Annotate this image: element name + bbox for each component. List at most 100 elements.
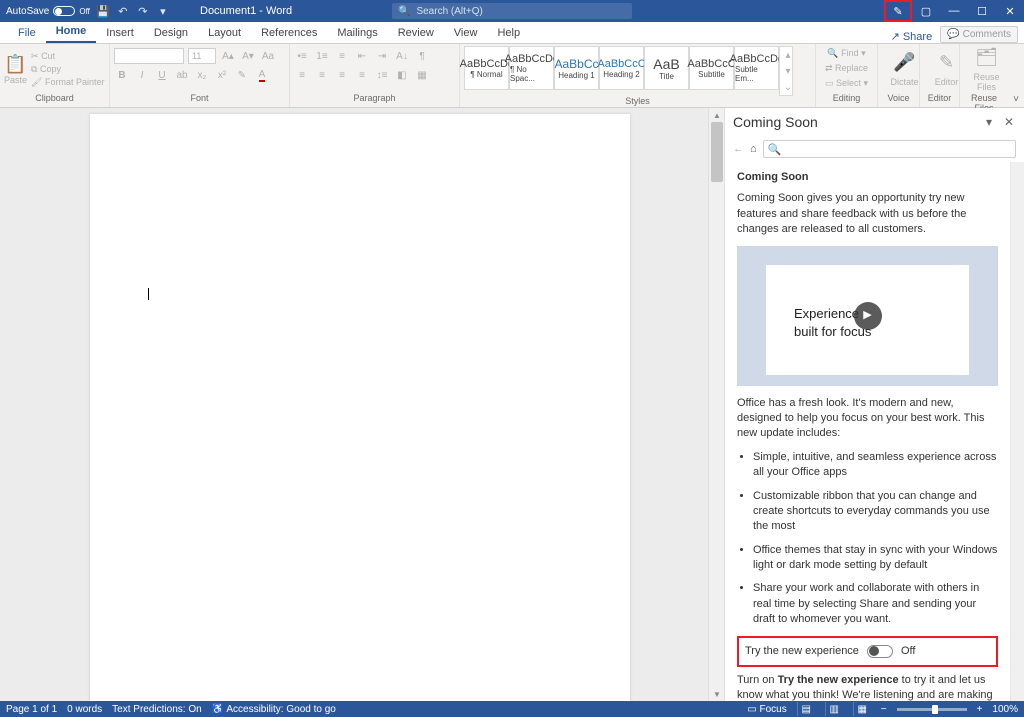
play-icon[interactable]: ▶ — [854, 302, 882, 330]
ribbon-display-icon[interactable]: ▢ — [912, 0, 940, 22]
save-icon[interactable]: 💾 — [96, 4, 110, 18]
underline-icon[interactable]: U — [154, 67, 170, 83]
document-area[interactable] — [0, 108, 708, 701]
styles-down-icon[interactable]: ▾ — [780, 63, 796, 79]
superscript-icon[interactable]: x² — [214, 67, 230, 83]
zoom-slider[interactable] — [897, 708, 967, 711]
justify-icon[interactable]: ≡ — [354, 67, 370, 83]
align-left-icon[interactable]: ≡ — [294, 67, 310, 83]
search-box[interactable]: 🔍 Search (Alt+Q) — [392, 3, 632, 19]
zoom-level[interactable]: 100% — [992, 704, 1018, 715]
style-normal[interactable]: AaBbCcDc¶ Normal — [464, 46, 509, 90]
share-button[interactable]: ↗ Share — [883, 30, 941, 43]
show-marks-icon[interactable]: ¶ — [414, 48, 430, 64]
tab-references[interactable]: References — [251, 23, 327, 43]
find-button[interactable]: 🔍 Find ▾ — [827, 48, 865, 59]
subscript-icon[interactable]: x₂ — [194, 67, 210, 83]
format-painter-button[interactable]: 🖌 Format Painter — [31, 77, 104, 88]
autosave-toggle[interactable]: AutoSave Off — [6, 6, 90, 17]
scroll-thumb[interactable] — [711, 122, 723, 182]
print-layout-icon[interactable]: ▥ — [825, 702, 843, 716]
italic-icon[interactable]: I — [134, 67, 150, 83]
font-name-dropdown[interactable] — [114, 48, 184, 64]
copy-button[interactable]: ⧉ Copy — [31, 64, 104, 75]
tab-review[interactable]: Review — [388, 23, 444, 43]
increase-indent-icon[interactable]: ⇥ — [374, 48, 390, 64]
font-size-dropdown[interactable]: 11 — [188, 48, 216, 64]
style-heading2[interactable]: AaBbCcCHeading 2 — [599, 46, 644, 90]
font-color-icon[interactable]: A — [254, 67, 270, 83]
bullets-icon[interactable]: •≡ — [294, 48, 310, 64]
align-right-icon[interactable]: ≡ — [334, 67, 350, 83]
shading-icon[interactable]: ◧ — [394, 67, 410, 83]
panel-back-icon[interactable]: ← — [733, 143, 744, 155]
read-mode-icon[interactable]: ▤ — [797, 702, 815, 716]
sort-icon[interactable]: A↓ — [394, 48, 410, 64]
change-case-icon[interactable]: Aa — [260, 48, 276, 64]
document-page[interactable] — [90, 114, 630, 701]
doc-scrollbar[interactable]: ▲ ▼ — [708, 108, 724, 701]
panel-home-icon[interactable]: ⌂ — [750, 143, 757, 155]
autosave-switch[interactable] — [53, 6, 75, 16]
web-layout-icon[interactable]: ▦ — [853, 702, 871, 716]
style-subtitle[interactable]: AaBbCcCSubtitle — [689, 46, 734, 90]
borders-icon[interactable]: ▦ — [414, 67, 430, 83]
tab-home[interactable]: Home — [46, 21, 97, 43]
panel-video[interactable]: Experience built for focus ▶ — [737, 246, 998, 386]
reuse-button[interactable]: 🗂 Reuse Files — [964, 46, 1009, 93]
status-words[interactable]: 0 words — [67, 704, 102, 715]
panel-scrollbar[interactable] — [1010, 162, 1024, 701]
style-subtleem[interactable]: AaBbCcDcSubtle Em... — [734, 46, 779, 90]
styles-more-icon[interactable]: ⌄ — [780, 79, 796, 95]
align-center-icon[interactable]: ≡ — [314, 67, 330, 83]
scroll-up-icon[interactable]: ▲ — [709, 108, 725, 122]
tab-design[interactable]: Design — [144, 23, 198, 43]
select-button[interactable]: ▭ Select ▾ — [825, 78, 868, 89]
tab-insert[interactable]: Insert — [96, 23, 144, 43]
panel-search-input[interactable]: 🔍 — [763, 140, 1016, 158]
replace-button[interactable]: ⇄ Replace — [825, 63, 868, 74]
bold-icon[interactable]: B — [114, 67, 130, 83]
numbering-icon[interactable]: 1≡ — [314, 48, 330, 64]
undo-icon[interactable]: ↶ — [116, 4, 130, 18]
collapse-ribbon-icon[interactable]: ˅ — [1008, 44, 1024, 107]
styles-gallery[interactable]: AaBbCcDc¶ Normal AaBbCcDc¶ No Spac... Aa… — [464, 46, 793, 96]
close-icon[interactable]: ✕ — [996, 0, 1024, 22]
style-nospacing[interactable]: AaBbCcDc¶ No Spac... — [509, 46, 554, 90]
focus-mode-button[interactable]: ▭ Focus — [747, 704, 786, 715]
redo-icon[interactable]: ↷ — [136, 4, 150, 18]
coming-soon-icon[interactable]: ✎ — [893, 5, 902, 18]
panel-close-icon[interactable]: ✕ — [1002, 115, 1016, 129]
scroll-down-icon[interactable]: ▼ — [709, 687, 725, 701]
highlight-icon[interactable]: ✎ — [234, 67, 250, 83]
cut-button[interactable]: ✂ Cut — [31, 51, 104, 62]
status-page[interactable]: Page 1 of 1 — [6, 704, 57, 715]
zoom-in-icon[interactable]: + — [977, 704, 983, 715]
multilevel-icon[interactable]: ≡ — [334, 48, 350, 64]
decrease-indent-icon[interactable]: ⇤ — [354, 48, 370, 64]
tab-layout[interactable]: Layout — [198, 23, 251, 43]
panel-bullet: Share your work and collaborate with oth… — [753, 581, 998, 627]
tab-view[interactable]: View — [444, 23, 488, 43]
style-title[interactable]: AaBTitle — [644, 46, 689, 90]
tab-mailings[interactable]: Mailings — [327, 23, 387, 43]
status-accessibility[interactable]: ♿ Accessibility: Good to go — [212, 704, 336, 715]
styles-up-icon[interactable]: ▴ — [780, 47, 796, 63]
text-cursor — [148, 288, 149, 300]
shrink-font-icon[interactable]: A▾ — [240, 48, 256, 64]
style-heading1[interactable]: AaBbCcHeading 1 — [554, 46, 599, 90]
tab-file[interactable]: File — [8, 23, 46, 43]
qat-dropdown-icon[interactable]: ▾ — [156, 4, 170, 18]
grow-font-icon[interactable]: A▴ — [220, 48, 236, 64]
strikethrough-icon[interactable]: ab — [174, 67, 190, 83]
zoom-out-icon[interactable]: − — [881, 704, 887, 715]
try-experience-toggle[interactable] — [867, 645, 893, 658]
tab-help[interactable]: Help — [487, 23, 530, 43]
paste-button[interactable]: 📋 Paste — [4, 54, 27, 85]
line-spacing-icon[interactable]: ↕≡ — [374, 67, 390, 83]
minimize-icon[interactable]: — — [940, 0, 968, 22]
panel-options-icon[interactable]: ▾ — [982, 115, 996, 129]
comments-button[interactable]: 💬 Comments — [940, 26, 1018, 43]
maximize-icon[interactable]: ☐ — [968, 0, 996, 22]
status-predictions[interactable]: Text Predictions: On — [112, 704, 201, 715]
